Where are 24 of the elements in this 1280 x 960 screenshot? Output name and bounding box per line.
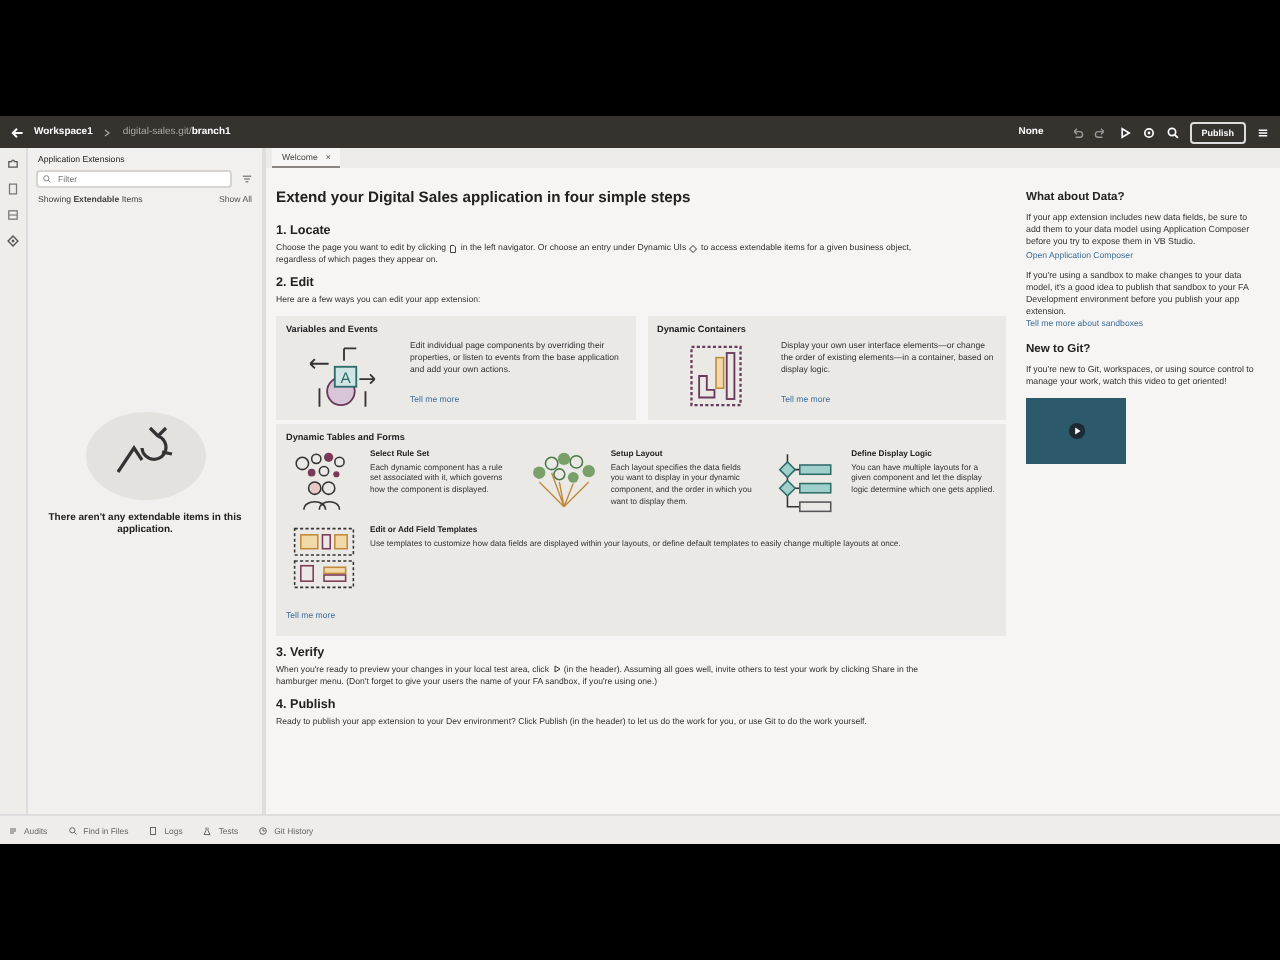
history-icon <box>258 825 269 835</box>
settings-icon[interactable] <box>1141 125 1156 139</box>
chevron-icon <box>102 127 113 137</box>
play-icon[interactable] <box>1067 421 1085 440</box>
page-icon <box>448 243 459 254</box>
page-icon[interactable] <box>6 182 20 196</box>
back-arrow-icon[interactable] <box>10 125 24 139</box>
search-icon[interactable] <box>1165 125 1180 139</box>
diamond-icon <box>688 243 699 254</box>
filter-list-icon[interactable] <box>240 172 254 186</box>
flask-icon <box>202 825 213 835</box>
database-icon[interactable] <box>6 208 20 222</box>
document-icon <box>148 825 159 835</box>
play-icon[interactable] <box>1117 125 1132 139</box>
play-icon <box>551 664 562 675</box>
diamond-icon[interactable] <box>6 234 20 248</box>
search-icon <box>42 174 52 184</box>
redo-icon[interactable] <box>1093 125 1108 139</box>
field-templates-drawing <box>290 523 358 592</box>
video-thumbnail[interactable] <box>1026 397 1126 464</box>
variables-events-drawing: A <box>298 341 390 410</box>
undo-icon[interactable] <box>1069 125 1084 139</box>
menu-icon[interactable] <box>1256 125 1270 139</box>
search-icon <box>67 825 78 835</box>
